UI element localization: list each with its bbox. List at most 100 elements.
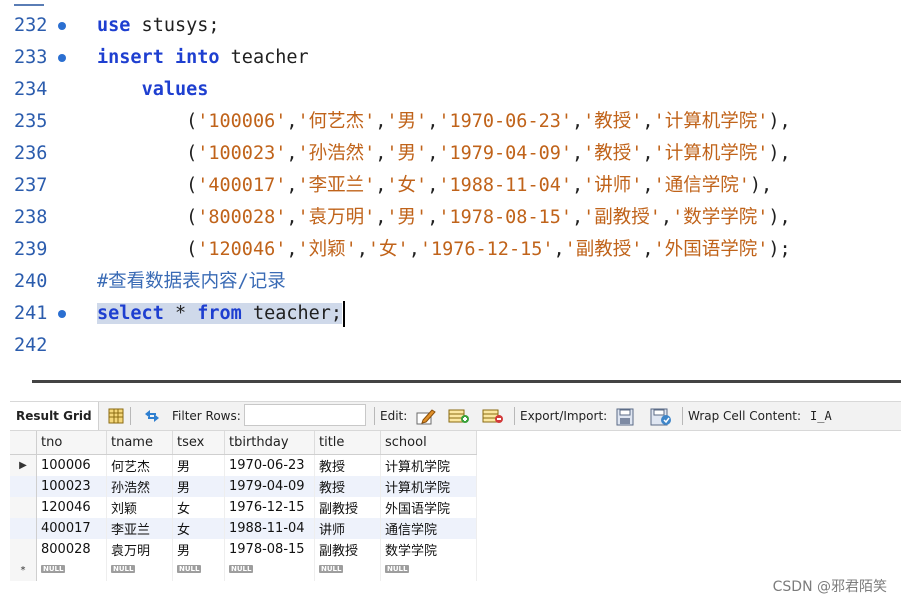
- toolbar-separator: [682, 407, 683, 425]
- table-row[interactable]: ▶ 100006 何艺杰男 1970-06-23 教授 计算机学院: [10, 454, 477, 476]
- new-row-cell-tno[interactable]: NULL: [36, 560, 107, 581]
- new-row[interactable]: * NULL NULL NULL NULL NULL NULL: [10, 560, 477, 581]
- wrap-cell-toggle-icon[interactable]: I̲A: [810, 402, 832, 430]
- edit-row-icon[interactable]: [416, 408, 436, 425]
- code-line[interactable]: 242: [0, 330, 901, 362]
- code-line[interactable]: 234 values: [0, 74, 901, 106]
- result-grid[interactable]: tno tname tsex tbirthday title school ▶ 100006…: [10, 431, 477, 581]
- cell-tno[interactable]: 400017: [36, 518, 107, 539]
- row-selector[interactable]: [10, 497, 37, 518]
- code-token: ,: [375, 143, 387, 164]
- code-text: ('800028','袁万明','男','1978-08-15','副教授','…: [97, 202, 791, 234]
- table-row[interactable]: 120046 刘颖女 1976-12-15 副教授 外国语学院: [10, 497, 477, 518]
- null-badge: NULL: [229, 565, 254, 573]
- code-line[interactable]: 241 select * from teacher;: [0, 298, 901, 330]
- row-selector[interactable]: ▶: [10, 454, 37, 476]
- new-row-cell-tname[interactable]: NULL: [106, 560, 173, 581]
- code-line[interactable]: 235 ('100006','何艺杰','男','1970-06-23','教授…: [0, 106, 901, 138]
- cell-tbirthday[interactable]: 1988-11-04: [224, 518, 315, 539]
- cell-tname[interactable]: 孙浩然: [106, 476, 173, 497]
- line-number: 241: [14, 303, 48, 324]
- cell-title[interactable]: 副教授: [314, 497, 381, 518]
- code-line[interactable]: 232 use stusys;: [0, 10, 901, 42]
- null-badge: NULL: [111, 565, 136, 573]
- cell-school[interactable]: 通信学院: [380, 518, 477, 539]
- cell-tbirthday[interactable]: 1976-12-15: [224, 497, 315, 518]
- column-header-title[interactable]: title: [314, 431, 381, 455]
- column-header-tbirthday[interactable]: tbirthday: [224, 431, 315, 455]
- text-caret: [343, 301, 346, 327]
- code-line[interactable]: 239 ('120046','刘颖','女','1976-12-15','副教授…: [0, 234, 901, 266]
- new-row-cell-title[interactable]: NULL: [314, 560, 381, 581]
- line-number: 240: [14, 271, 48, 292]
- code-token: '男': [386, 111, 428, 132]
- statement-marker-icon[interactable]: [58, 310, 66, 318]
- grid-header-row: tno tname tsex tbirthday title school: [10, 431, 477, 455]
- code-token: (: [97, 111, 198, 132]
- cell-tbirthday[interactable]: 1979-04-09: [224, 476, 315, 497]
- cell-tname[interactable]: 何艺杰: [106, 454, 173, 476]
- toolbar-separator: [374, 407, 375, 425]
- code-line[interactable]: 238 ('800028','袁万明','男','1978-08-15','副教…: [0, 202, 901, 234]
- code-token: '男': [386, 207, 428, 228]
- import-icon[interactable]: [650, 408, 672, 426]
- column-header-tno[interactable]: tno: [36, 431, 107, 455]
- delete-row-icon[interactable]: [482, 408, 504, 424]
- add-row-icon[interactable]: [448, 408, 470, 424]
- cell-tno[interactable]: 800028: [36, 539, 107, 560]
- cell-title[interactable]: 教授: [314, 454, 381, 476]
- cell-tsex[interactable]: 男: [172, 454, 225, 476]
- table-row[interactable]: 400017 李亚兰女 1988-11-04 讲师 通信学院: [10, 518, 477, 539]
- code-token: (: [97, 239, 198, 260]
- column-header-tsex[interactable]: tsex: [172, 431, 225, 455]
- cell-title[interactable]: 教授: [314, 476, 381, 497]
- row-selector[interactable]: [10, 539, 37, 560]
- cell-tno[interactable]: 100023: [36, 476, 107, 497]
- panel-splitter[interactable]: [32, 380, 901, 383]
- line-number: 233: [14, 47, 48, 68]
- cell-school[interactable]: 数学学院: [380, 539, 477, 560]
- cell-title[interactable]: 讲师: [314, 518, 381, 539]
- column-header-tname[interactable]: tname: [106, 431, 173, 455]
- row-selector[interactable]: [10, 518, 37, 539]
- filter-rows-input[interactable]: [244, 404, 366, 426]
- cell-tname[interactable]: 李亚兰: [106, 518, 173, 539]
- cell-school[interactable]: 计算机学院: [380, 454, 477, 476]
- code-line[interactable]: 236 ('100023','孙浩然','男','1979-04-09','教授…: [0, 138, 901, 170]
- code-line[interactable]: 240 #查看数据表内容/记录: [0, 266, 901, 298]
- export-icon[interactable]: [616, 408, 636, 426]
- column-header-school[interactable]: school: [380, 431, 477, 455]
- code-token: ,: [286, 207, 298, 228]
- new-row-cell-school[interactable]: NULL: [380, 560, 477, 581]
- row-selector[interactable]: [10, 476, 37, 497]
- cell-title[interactable]: 副教授: [314, 539, 381, 560]
- code-line[interactable]: 237 ('400017','李亚兰','女','1988-11-04','讲师…: [0, 170, 901, 202]
- cell-tno[interactable]: 100006: [36, 454, 107, 476]
- cell-tsex[interactable]: 男: [172, 476, 225, 497]
- code-text: ('100006','何艺杰','男','1970-06-23','教授','计…: [97, 106, 791, 138]
- cell-school[interactable]: 外国语学院: [380, 497, 477, 518]
- cell-school[interactable]: 计算机学院: [380, 476, 477, 497]
- table-row[interactable]: 100023 孙浩然男 1979-04-09 教授 计算机学院: [10, 476, 477, 497]
- cell-tname[interactable]: 刘颖: [106, 497, 173, 518]
- grid-view-icon[interactable]: [108, 408, 124, 424]
- table-row[interactable]: 800028 袁万明男 1978-08-15 副教授 数学学院: [10, 539, 477, 560]
- cell-tbirthday[interactable]: 1970-06-23: [224, 454, 315, 476]
- cell-tno[interactable]: 120046: [36, 497, 107, 518]
- cell-tsex[interactable]: 女: [172, 518, 225, 539]
- cell-tsex[interactable]: 男: [172, 539, 225, 560]
- code-token: '刘颖': [297, 239, 357, 260]
- cell-tname[interactable]: 袁万明: [106, 539, 173, 560]
- cell-tbirthday[interactable]: 1978-08-15: [224, 539, 315, 560]
- refresh-icon[interactable]: [142, 408, 162, 424]
- code-text: insert into teacher: [97, 42, 309, 74]
- result-grid-tab[interactable]: Result Grid: [10, 402, 99, 430]
- cell-tsex[interactable]: 女: [172, 497, 225, 518]
- new-row-cell-tsex[interactable]: NULL: [172, 560, 225, 581]
- sql-editor[interactable]: 232 use stusys; 233 insert into teacher 234 …: [0, 0, 901, 372]
- code-line[interactable]: 233 insert into teacher: [0, 42, 901, 74]
- new-row-cell-tbirthday[interactable]: NULL: [224, 560, 315, 581]
- statement-marker-icon[interactable]: [58, 54, 66, 62]
- null-badge: NULL: [319, 565, 344, 573]
- statement-marker-icon[interactable]: [58, 22, 66, 30]
